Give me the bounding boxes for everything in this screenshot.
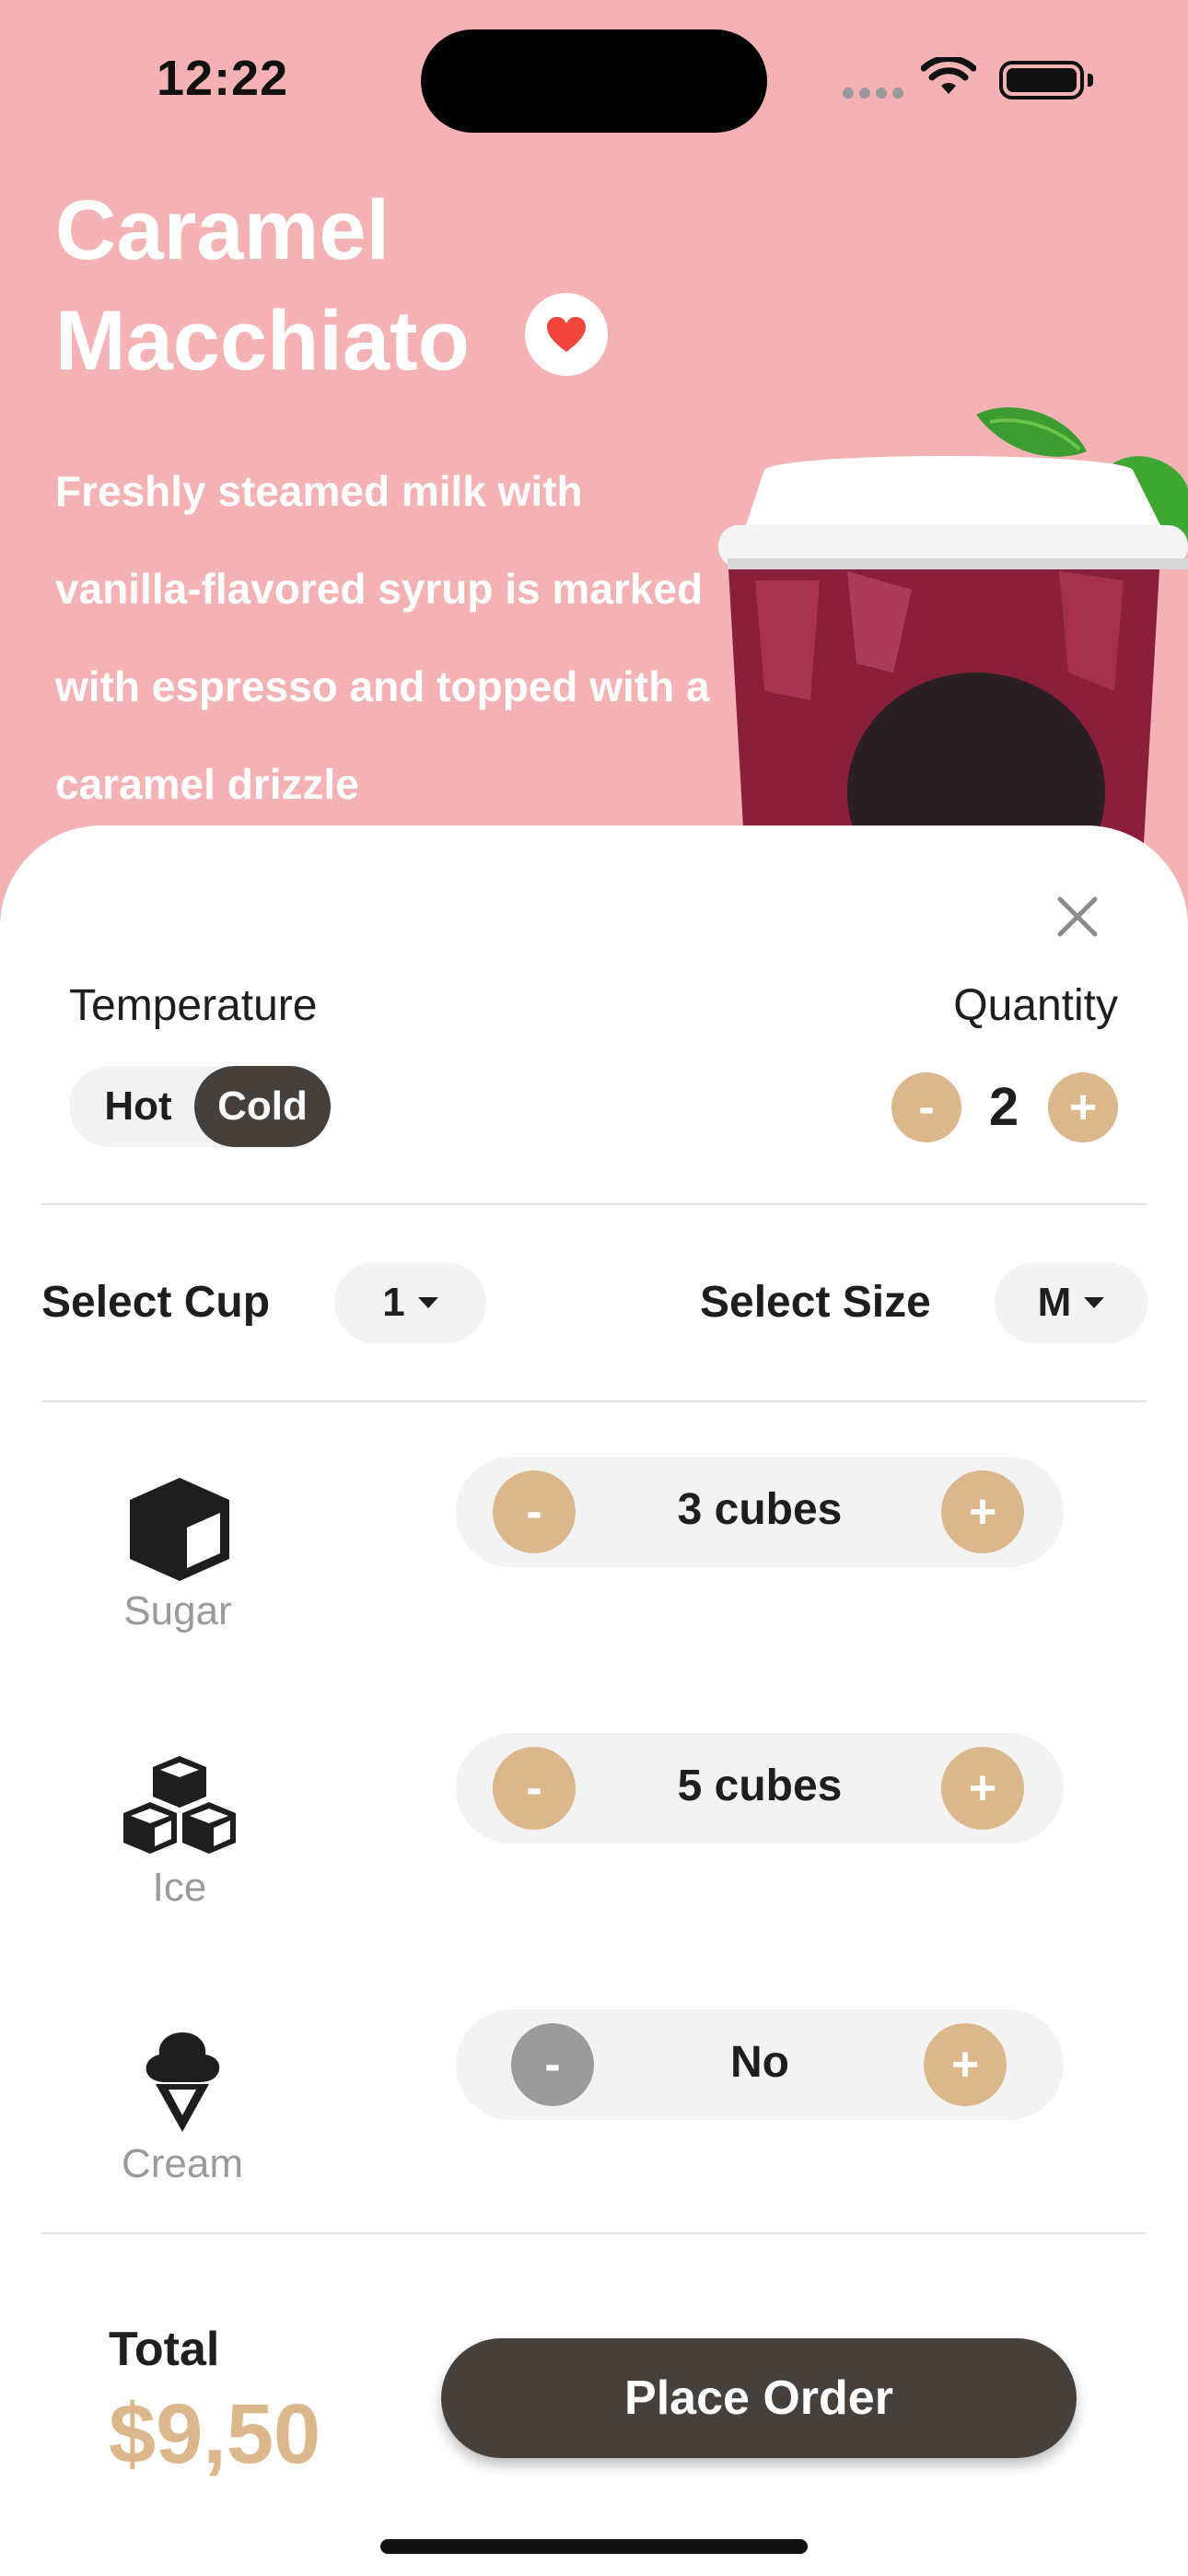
cream-decrease-button[interactable]: - <box>511 2023 594 2106</box>
quantity-decrease-button[interactable]: - <box>891 1072 961 1142</box>
sugar-cube-icon <box>115 1465 244 1594</box>
chevron-down-icon <box>417 1297 438 1308</box>
select-cup-value: 1 <box>382 1280 405 1325</box>
select-size-value: M <box>1037 1280 1072 1325</box>
dynamic-island <box>421 29 767 133</box>
quantity-increase-button[interactable]: + <box>1048 1072 1118 1142</box>
ice-decrease-button[interactable]: - <box>493 1747 576 1830</box>
temperature-cold-option[interactable]: Cold <box>194 1066 331 1147</box>
ice-cream-icon <box>118 2018 247 2147</box>
cream-increase-button[interactable]: + <box>924 2023 1007 2106</box>
sugar-label: Sugar <box>123 1588 232 1633</box>
product-image <box>718 407 1188 875</box>
total-label: Total <box>109 2323 220 2376</box>
total-price: $9,50 <box>109 2387 321 2481</box>
heart-icon <box>547 317 586 352</box>
divider <box>41 2232 1147 2234</box>
place-order-button[interactable]: Place Order <box>441 2338 1077 2458</box>
ice-value: 5 cubes <box>677 1762 843 1810</box>
status-time: 12:22 <box>157 51 289 106</box>
sugar-stepper: - 3 cubes + <box>456 1457 1064 1567</box>
favorite-button[interactable] <box>525 293 608 376</box>
cream-stepper: - No + <box>456 2009 1064 2120</box>
sugar-decrease-button[interactable]: - <box>493 1470 576 1553</box>
product-description: Freshly steamed milk with vanilla-flavor… <box>55 467 710 808</box>
wifi-icon <box>921 57 976 94</box>
sugar-increase-button[interactable]: + <box>941 1470 1024 1553</box>
select-cup-dropdown[interactable]: 1 <box>334 1262 486 1343</box>
select-size-dropdown[interactable]: M <box>995 1262 1147 1343</box>
select-size-label: Select Size <box>700 1278 931 1327</box>
select-cup-label: Select Cup <box>41 1278 271 1327</box>
ice-label: Ice <box>152 1865 207 1910</box>
cream-value: No <box>730 2038 789 2087</box>
cream-label: Cream <box>121 2141 244 2186</box>
sugar-value: 3 cubes <box>677 1485 843 1534</box>
temperature-toggle: Hot Cold <box>69 1066 331 1147</box>
divider <box>41 1203 1147 1205</box>
temperature-label: Temperature <box>69 981 318 1030</box>
battery-icon <box>999 61 1093 100</box>
product-title: Caramel Macchiato <box>55 183 470 388</box>
cellular-signal-icon <box>843 87 909 103</box>
chevron-down-icon <box>1084 1297 1105 1308</box>
temperature-hot-option[interactable]: Hot <box>69 1066 207 1147</box>
home-indicator <box>380 2539 808 2554</box>
quantity-value: 2 <box>988 1077 1019 1137</box>
close-icon[interactable] <box>1054 894 1101 940</box>
status-bar: 12:22 <box>0 0 1188 166</box>
divider <box>41 1400 1147 1402</box>
ice-stepper: - 5 cubes + <box>456 1733 1064 1844</box>
ice-cubes-icon <box>115 1741 244 1870</box>
ice-increase-button[interactable]: + <box>941 1747 1024 1830</box>
quantity-label: Quantity <box>953 981 1118 1030</box>
